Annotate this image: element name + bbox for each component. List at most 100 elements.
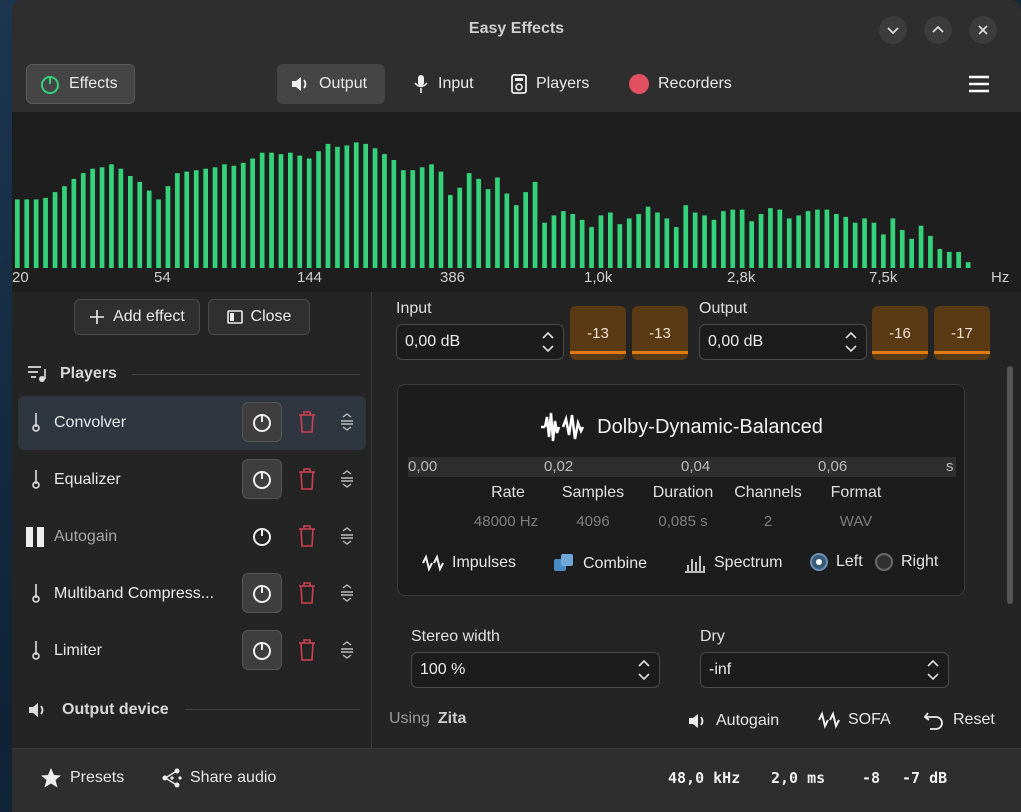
- plugin-bypass-button[interactable]: [242, 573, 282, 613]
- spectrum-bar: [363, 143, 368, 268]
- spectrum-bar: [664, 218, 670, 268]
- combine-button[interactable]: Combine: [553, 553, 647, 575]
- spectrum-bar: [513, 205, 519, 268]
- channel-left-radio[interactable]: Left: [810, 553, 863, 571]
- share-icon: [162, 768, 182, 788]
- plugin-bypass-button[interactable]: [242, 516, 282, 556]
- effects-sidebar: Add effect Close Players Convolver Equal…: [12, 292, 372, 748]
- tab-output[interactable]: Output: [277, 64, 385, 104]
- spectrum-bar: [419, 167, 425, 268]
- tab-players[interactable]: Players: [498, 64, 601, 104]
- spectrum-bar: [335, 146, 340, 268]
- input-gain-spinner[interactable]: 0,00 dB: [396, 324, 564, 360]
- duration-label: Duration: [652, 484, 714, 501]
- title-bar: Easy Effects: [12, 0, 1021, 60]
- level-right-value: -7 dB: [902, 769, 948, 787]
- plugin-name: Convolver: [54, 414, 127, 431]
- trash-icon[interactable]: [298, 468, 316, 490]
- format-value: WAV: [839, 513, 873, 530]
- latency-value: 2,0 ms: [771, 769, 826, 787]
- undo-icon: [923, 712, 943, 730]
- tab-input[interactable]: Input: [400, 64, 486, 104]
- panel-scrollbar[interactable]: [1007, 366, 1013, 604]
- spectrum-bar: [834, 214, 839, 268]
- spectrum-label: Spectrum: [714, 554, 783, 571]
- spectrum-bar: [683, 205, 689, 268]
- spectrum-bar: [692, 212, 698, 268]
- share-audio-button[interactable]: Share audio: [160, 767, 276, 789]
- plugin-bypass-button[interactable]: [242, 459, 282, 499]
- presets-button[interactable]: Presets: [40, 767, 124, 789]
- input-level-meter-left: -13: [570, 306, 626, 360]
- spectrum-bar: [805, 211, 811, 268]
- spectrum-bar: [401, 170, 406, 268]
- plugin-name: Autogain: [54, 528, 118, 545]
- drag-handle-icon[interactable]: [340, 412, 354, 432]
- level-readout-left: -8: [862, 769, 880, 787]
- spectrum-bar: [570, 214, 576, 268]
- dry-value: -inf: [709, 661, 732, 678]
- plugin-row-convolver[interactable]: Convolver: [18, 396, 366, 450]
- spin-arrows-icon[interactable]: [926, 656, 940, 684]
- drag-handle-icon[interactable]: [340, 526, 354, 546]
- spectrum-bar: [448, 195, 453, 268]
- players-heading-text: Players: [60, 365, 117, 382]
- main-menu-button[interactable]: [957, 64, 1001, 104]
- close-sidebar-button[interactable]: Close: [208, 299, 310, 335]
- tab-recorders[interactable]: Recorders: [616, 64, 744, 104]
- level-readout-right: -7 dB: [902, 769, 947, 787]
- effects-toggle-button[interactable]: Effects: [26, 64, 135, 104]
- impulses-icon: [422, 554, 444, 572]
- tab-input-label: Input: [438, 75, 474, 92]
- reset-button[interactable]: Reset: [923, 710, 995, 730]
- trash-icon[interactable]: [298, 639, 316, 661]
- stereo-width-spinner[interactable]: 100 %: [411, 652, 660, 688]
- level-left-value: -8: [862, 769, 881, 787]
- close-window-button[interactable]: [969, 16, 997, 44]
- plugin-bypass-button[interactable]: [242, 630, 282, 670]
- trash-icon[interactable]: [298, 582, 316, 604]
- impulses-label: Impulses: [452, 554, 517, 571]
- plugin-row-multiband-compressor[interactable]: Multiband Compress...: [18, 567, 366, 621]
- engine-name: Zita: [437, 710, 467, 727]
- spin-arrows-icon[interactable]: [637, 656, 651, 684]
- trash-icon[interactable]: [298, 411, 316, 433]
- plugin-name: Equalizer: [54, 471, 121, 488]
- minimize-button[interactable]: [879, 16, 907, 44]
- maximize-button[interactable]: [924, 16, 952, 44]
- drag-handle-icon[interactable]: [340, 583, 354, 603]
- spectrum-bar: [382, 154, 387, 268]
- drag-handle-icon[interactable]: [340, 469, 354, 489]
- spectrum-button[interactable]: Spectrum: [684, 553, 782, 573]
- ir-file-name: Dolby-Dynamic-Balanced: [597, 415, 823, 438]
- output-gain-spinner[interactable]: 0,00 dB: [699, 324, 867, 360]
- spectrum-bar: [212, 167, 218, 268]
- radio-unselected-icon: [875, 553, 893, 571]
- sample-rate-readout: 48,0 kHz: [668, 769, 740, 787]
- sidebar-close-icon: [226, 310, 243, 324]
- spin-arrows-icon[interactable]: [844, 328, 858, 356]
- spectrum-bar: [965, 262, 971, 268]
- drag-handle-icon[interactable]: [340, 640, 354, 660]
- plugin-row-limiter[interactable]: Limiter: [18, 624, 366, 678]
- tab-output-label: Output: [319, 75, 368, 92]
- sofa-button[interactable]: SOFA: [818, 710, 891, 730]
- spectrum-bar: [881, 234, 886, 268]
- autogain-button[interactable]: Autogain: [686, 710, 779, 732]
- plugin-bypass-button[interactable]: [242, 402, 282, 442]
- spectrum-bar: [165, 186, 171, 268]
- freq-label: 7,5k: [869, 269, 898, 286]
- trash-icon[interactable]: [298, 525, 316, 547]
- spectrum-bar: [52, 192, 58, 268]
- spectrum-bar: [175, 173, 180, 268]
- channel-right-radio[interactable]: Right: [875, 553, 938, 571]
- plugin-row-autogain[interactable]: Autogain: [18, 510, 366, 564]
- add-effect-button[interactable]: Add effect: [74, 299, 200, 335]
- plugin-row-equalizer[interactable]: Equalizer: [18, 453, 366, 507]
- impulses-button[interactable]: Impulses: [422, 553, 516, 573]
- spin-arrows-icon[interactable]: [541, 328, 555, 356]
- frequency-axis: 20 54 144 386 1,0k 2,8k 7,5k Hz: [12, 269, 1021, 289]
- time-tick: 0,04: [681, 458, 711, 475]
- dry-spinner[interactable]: -inf: [700, 652, 949, 688]
- spectrum-bar: [391, 160, 397, 268]
